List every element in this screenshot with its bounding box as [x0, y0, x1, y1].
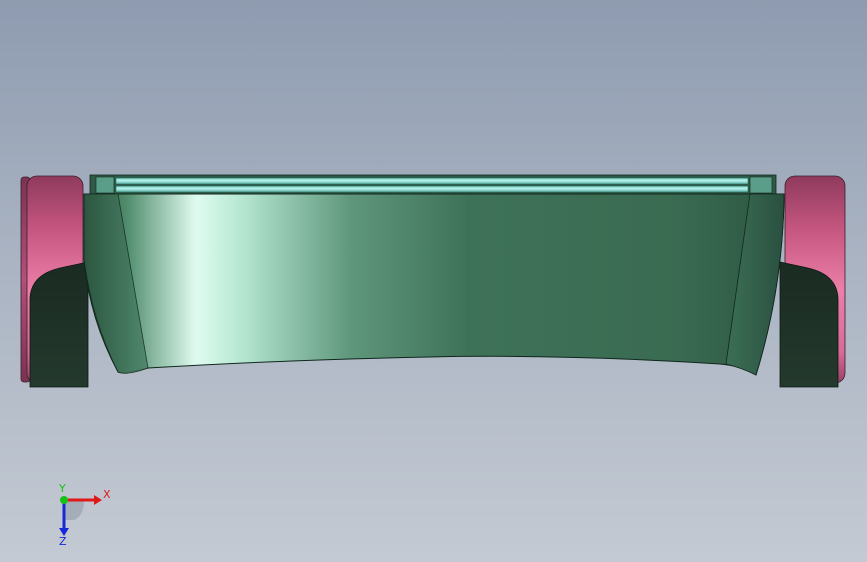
x-axis-arrowhead: [94, 495, 102, 505]
cad-model[interactable]: [0, 0, 867, 562]
main-body[interactable]: [83, 193, 785, 376]
right-end-cap: [749, 176, 773, 194]
orientation-triad[interactable]: X Y Z: [48, 482, 118, 552]
left-end-cap: [95, 176, 115, 194]
triad-shadow: [64, 500, 84, 520]
main-body-front-face: [83, 193, 785, 376]
x-axis-label: X: [103, 488, 111, 501]
cad-viewport[interactable]: X Y Z: [0, 0, 867, 562]
top-strip-upper: [115, 177, 749, 185]
y-axis-indicator: [60, 496, 68, 504]
top-strip[interactable]: [89, 174, 777, 195]
right-bracket[interactable]: [779, 261, 839, 388]
y-axis-label: Y: [58, 482, 66, 495]
z-axis-label: Z: [59, 535, 67, 548]
left-bracket[interactable]: [29, 261, 89, 388]
top-strip-lower: [115, 185, 749, 193]
